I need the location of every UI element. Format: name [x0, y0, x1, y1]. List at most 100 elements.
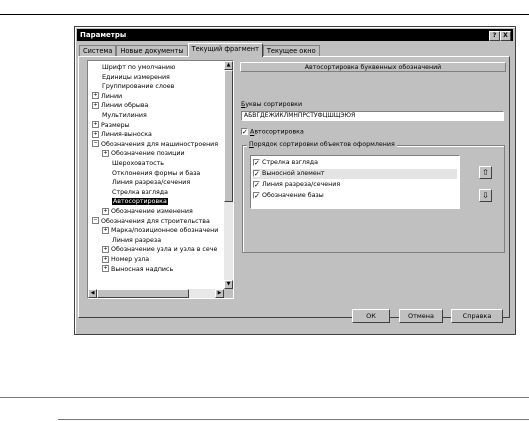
- check-icon[interactable]: ✓: [253, 158, 260, 166]
- tree-item-label: Отклонения формы и база: [112, 169, 201, 177]
- tree-item-label: Выносная надпись: [111, 265, 174, 273]
- tree-item[interactable]: Линия разреза: [112, 236, 161, 245]
- tree-item-label: Обозначение позиции: [111, 150, 185, 158]
- tree-item-label: Шероховатость: [112, 160, 164, 167]
- sort-order-list: ✓ Стрелка взгляда ✓ Выносной элемент ✓ Лини…: [250, 155, 460, 209]
- tab-current-fragment[interactable]: Текущий фрагмент: [187, 43, 263, 57]
- scroll-right-icon[interactable]: ▶: [215, 289, 224, 298]
- expand-icon[interactable]: +: [102, 226, 109, 234]
- tree-item[interactable]: − Обозначения для машиностроения: [92, 140, 218, 149]
- tree-item[interactable]: + Обозначение позиции: [102, 149, 185, 158]
- expand-icon[interactable]: +: [92, 101, 99, 109]
- tree-item-label: Шрифт по умолчанию: [102, 64, 176, 71]
- collapse-icon[interactable]: −: [92, 140, 99, 148]
- sort-order-group-title: Порядок сортировки объектов оформления: [247, 141, 397, 148]
- tree-item[interactable]: Линия разреза/сечения: [112, 178, 190, 187]
- expand-icon[interactable]: +: [102, 255, 109, 263]
- tree-item[interactable]: Шрифт по умолчанию: [102, 63, 175, 72]
- section-header: Автосортировка буквенных обозначений: [240, 62, 506, 72]
- scroll-corner: [224, 289, 233, 298]
- page-separator-rule: [0, 397, 529, 398]
- tree-item[interactable]: + Линии обрыва: [92, 101, 148, 110]
- close-title-button[interactable]: X: [500, 31, 511, 41]
- order-item-view-arrow[interactable]: ✓ Стрелка взгляда: [253, 158, 457, 168]
- expand-icon[interactable]: +: [102, 149, 109, 157]
- letters-label-text: уквы сортировки: [245, 101, 303, 108]
- tree-item-label: Мультилиния: [102, 112, 147, 119]
- title-bar: Параметры ? X: [77, 29, 513, 41]
- tree-item[interactable]: Единицы измерения: [102, 73, 170, 82]
- scroll-down-icon[interactable]: ▼: [224, 280, 233, 289]
- page-footer-rule: [58, 419, 529, 420]
- tree-item-label: Марка/позиционное обозначени: [111, 227, 219, 235]
- scroll-up-icon[interactable]: ▲: [224, 61, 233, 70]
- tree-item[interactable]: Автосортировка: [112, 197, 168, 206]
- order-item-label: Выносной элемент: [262, 170, 325, 177]
- order-item-section-line[interactable]: ✓ Линия разреза/сечения: [253, 180, 457, 190]
- tree-item-label: Группирование слоев: [102, 83, 175, 91]
- dialog-title: Параметры: [80, 31, 127, 39]
- tree-item[interactable]: + Марка/позиционное обозначени: [102, 226, 218, 235]
- tree-vertical-scrollbar[interactable]: ▲ ▼: [224, 61, 233, 289]
- expand-icon[interactable]: +: [102, 245, 109, 253]
- tree-item[interactable]: + Размеры: [92, 121, 130, 130]
- tree-item-label: Линия разреза/сечения: [112, 179, 191, 187]
- tree-item[interactable]: − Обозначения для строительства: [92, 217, 210, 226]
- expand-icon[interactable]: +: [92, 121, 99, 129]
- move-down-button[interactable]: ⇩: [479, 189, 492, 202]
- ok-button[interactable]: ОК: [352, 309, 390, 323]
- parameters-dialog: Параметры ? X Система Новые документы Те…: [74, 26, 516, 335]
- arrow-up-icon: ⇧: [482, 168, 489, 177]
- expand-icon[interactable]: +: [102, 207, 109, 215]
- tree-horizontal-scrollbar[interactable]: ◀ ▶: [88, 289, 224, 298]
- order-item-detail-element[interactable]: ✓ Выносной элемент: [253, 169, 457, 179]
- tab-strip: Система Новые документы Текущий фрагмент…: [79, 43, 320, 57]
- tree-hscroll-thumb[interactable]: [97, 289, 189, 298]
- tree-item-label: Единицы измерения: [102, 73, 170, 81]
- check-icon[interactable]: ✓: [253, 191, 260, 199]
- tree-item[interactable]: + Номер узла: [102, 255, 149, 264]
- tree-item[interactable]: + Линии: [92, 92, 122, 101]
- tree-item-label: Линия-выноска: [101, 131, 152, 139]
- check-icon[interactable]: ✓: [253, 169, 260, 177]
- autosort-label-text: втосортировка: [254, 128, 304, 136]
- help-button[interactable]: Справка: [451, 309, 503, 323]
- cancel-button[interactable]: Отмена: [399, 309, 443, 323]
- autosort-check-icon[interactable]: ✓: [241, 128, 248, 136]
- tree-item[interactable]: + Линия-выноска: [92, 130, 152, 139]
- tree-item-label: Линия разреза: [112, 236, 162, 244]
- tree-item-label: Размеры: [101, 121, 130, 129]
- tree-item-label: Обозначения для строительства: [101, 217, 210, 225]
- expand-icon[interactable]: +: [92, 92, 99, 100]
- tree-item[interactable]: + Обозначение изменения: [102, 207, 193, 216]
- tree-item-label: Автосортировка: [112, 198, 168, 206]
- order-item-base-designation[interactable]: ✓ Обозначение базы: [253, 191, 457, 201]
- tree-item-label: Обозначение узла и узла в сече: [111, 246, 218, 254]
- tree-item[interactable]: Стрелка взгляда: [112, 188, 168, 197]
- expand-icon[interactable]: +: [102, 265, 109, 273]
- order-item-label: Стрелка взгляда: [262, 159, 319, 166]
- sort-letters-input[interactable]: АБВГДЕЖИКЛМНПРСТУФЦШЩЭЮЯ: [241, 111, 504, 121]
- tree-item[interactable]: + Обозначение узла и узла в сече: [102, 245, 217, 254]
- tree-item-label: Обозначение изменения: [111, 208, 193, 215]
- group-title-text: орядок сортировки объектов оформления: [253, 141, 395, 148]
- tree-item[interactable]: Шероховатость: [112, 159, 164, 168]
- tree-item[interactable]: + Выносная надпись: [102, 265, 173, 274]
- tree-item[interactable]: Мультилиния: [102, 111, 147, 120]
- tree-item[interactable]: Отклонения формы и база: [112, 169, 200, 178]
- order-item-label: Линия разреза/сечения: [262, 181, 341, 188]
- letters-label: Буквы сортировки: [241, 101, 302, 108]
- tree-item-label: Линии обрыва: [101, 102, 149, 110]
- autosort-checkbox[interactable]: ✓ Автосортировка: [241, 128, 304, 136]
- scroll-left-icon[interactable]: ◀: [88, 289, 97, 298]
- tree-vscroll-thumb[interactable]: [224, 70, 233, 202]
- page-top-rule: [0, 14, 529, 15]
- settings-tree: Шрифт по умолчанию Единицы измерения Групп…: [87, 60, 234, 299]
- tree-item-label: Обозначения для машиностроения: [101, 140, 219, 148]
- collapse-icon[interactable]: −: [92, 217, 99, 225]
- expand-icon[interactable]: +: [92, 130, 99, 138]
- help-title-button[interactable]: ?: [489, 31, 500, 41]
- check-icon[interactable]: ✓: [253, 180, 260, 188]
- tree-item[interactable]: Группирование слоев: [102, 82, 174, 91]
- move-up-button[interactable]: ⇧: [479, 166, 492, 179]
